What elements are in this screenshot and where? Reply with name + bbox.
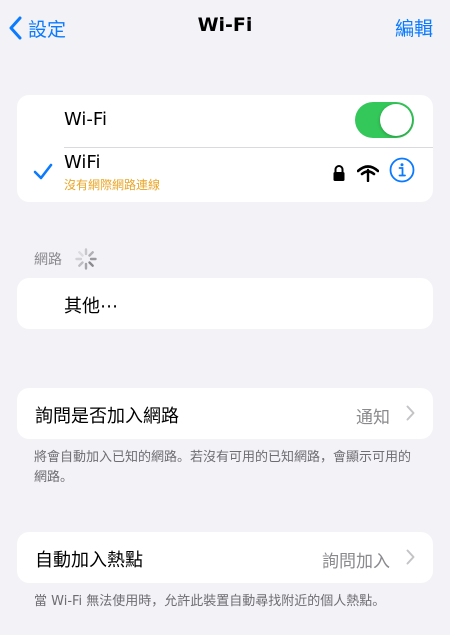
checkmark-icon <box>33 163 53 185</box>
chevron-right-icon <box>406 405 415 425</box>
ask-join-label: 詢問是否加入網路 <box>35 406 179 427</box>
ask-join-row[interactable]: 詢問是否加入網路 通知 <box>17 388 433 439</box>
wifi-toggle[interactable] <box>355 102 414 138</box>
network-name: WiFi <box>64 152 101 173</box>
ask-join-footer: 將會自動加入已知的網路。若沒有可用的已知網路，會顯示可用的網路。 <box>34 450 412 485</box>
wifi-signal-icon <box>356 164 380 186</box>
page-title: Wi-Fi <box>197 14 253 36</box>
info-icon[interactable] <box>389 157 415 187</box>
connected-network-row[interactable]: WiFi 沒有網際網路連線 <box>17 147 433 202</box>
wifi-toggle-row: Wi-Fi <box>17 95 433 147</box>
chevron-right-icon <box>406 549 415 569</box>
networks-header: 網路 <box>34 252 62 268</box>
navigation-bar: 設定 Wi-Fi 編輯 <box>0 0 450 56</box>
auto-hotspot-row[interactable]: 自動加入熱點 詢問加入 <box>17 532 433 583</box>
auto-hotspot-value: 詢問加入 <box>322 552 390 572</box>
auto-hotspot-footer: 當 Wi-Fi 無法使用時，允許此裝置自動尋找附近的個人熱點。 <box>34 594 386 609</box>
wifi-card: Wi-Fi WiFi 沒有網際網路連線 <box>17 95 433 202</box>
loading-spinner-icon <box>74 247 98 275</box>
network-status: 沒有網際網路連線 <box>64 178 161 192</box>
lock-icon <box>332 164 346 186</box>
wifi-toggle-label: Wi-Fi <box>64 109 107 130</box>
other-network-row[interactable]: 其他⋯ <box>17 278 433 329</box>
edit-button[interactable]: 編輯 <box>395 14 433 41</box>
toggle-knob <box>380 104 412 136</box>
other-network-label: 其他⋯ <box>64 296 118 317</box>
auto-hotspot-label: 自動加入熱點 <box>35 550 143 571</box>
ask-join-value: 通知 <box>356 408 390 428</box>
